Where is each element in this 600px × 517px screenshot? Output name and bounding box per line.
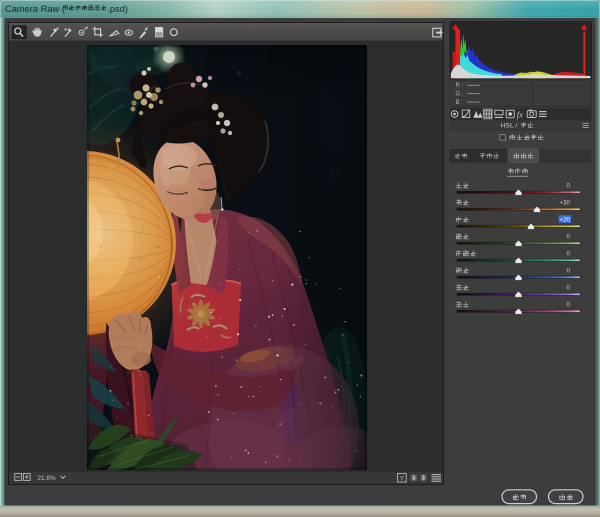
svg-text:Y: Y <box>400 475 405 482</box>
svg-text:21.8%: 21.8% <box>38 475 56 482</box>
svg-text:0: 0 <box>567 251 571 258</box>
svg-text:HSL /: HSL / <box>501 123 518 130</box>
svg-text:fx: fx <box>517 110 523 119</box>
svg-text:+30: +30 <box>560 200 571 207</box>
svg-text:.psd): .psd) <box>107 4 128 14</box>
svg-text:+20: +20 <box>560 217 571 224</box>
svg-text:0: 0 <box>567 302 571 309</box>
svg-text:R :: R : <box>456 83 464 89</box>
svg-text:Camera Raw (: Camera Raw ( <box>5 4 66 14</box>
svg-text:0: 0 <box>567 183 571 190</box>
svg-text:0: 0 <box>567 285 571 292</box>
svg-text:0: 0 <box>567 268 571 275</box>
svg-text:0: 0 <box>567 234 571 241</box>
svg-text:B :: B : <box>456 100 464 106</box>
svg-text:G :: G : <box>456 92 464 98</box>
